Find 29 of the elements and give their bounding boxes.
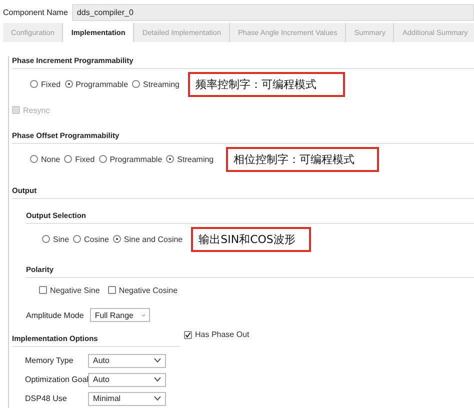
dropdown[interactable]: Full Range — [90, 308, 150, 322]
dropdown[interactable]: Auto — [88, 354, 166, 368]
annotation-box: 相位控制字：可编程模式 — [226, 146, 379, 172]
checkmark-icon — [185, 330, 191, 338]
radio-option[interactable]: Streaming — [166, 154, 214, 164]
radio-option[interactable]: Programmable — [64, 80, 128, 88]
radio-option[interactable]: Streaming — [132, 80, 180, 88]
amplitude-mode-label: Amplitude Mode — [26, 310, 84, 320]
radio-option[interactable]: None — [30, 154, 60, 164]
checkbox[interactable]: Negative Sine — [39, 286, 100, 294]
field-label: DSP48 Use — [25, 394, 68, 403]
chevron-down-icon — [154, 358, 161, 363]
checkbox[interactable]: Negative Cosine — [108, 286, 178, 294]
radio-option[interactable]: Fixed — [64, 154, 95, 164]
component-name-field[interactable]: dds_compiler_0 — [72, 4, 474, 21]
component-name-label: Component Name — [3, 8, 68, 17]
annotation-box: 频率控制字：可编程模式 — [188, 72, 344, 96]
has-phase-out-checkbox[interactable]: Has Phase Out — [184, 330, 250, 339]
radio-option[interactable]: Cosine — [73, 234, 109, 244]
dropdown[interactable]: Minimal — [88, 392, 166, 406]
radio-option[interactable]: Fixed — [30, 80, 61, 88]
chevron-down-icon — [154, 377, 161, 382]
field-label: Memory Type — [25, 356, 74, 365]
radio-option[interactable]: Sine and Cosine — [112, 234, 183, 244]
radio-option[interactable]: Sine — [42, 234, 70, 244]
radio-option[interactable]: Programmable — [98, 154, 162, 164]
chevron-down-icon — [154, 396, 161, 401]
annotation-box: 输出SIN和COS波形 — [190, 226, 312, 252]
dropdown[interactable]: Auto — [88, 372, 166, 386]
